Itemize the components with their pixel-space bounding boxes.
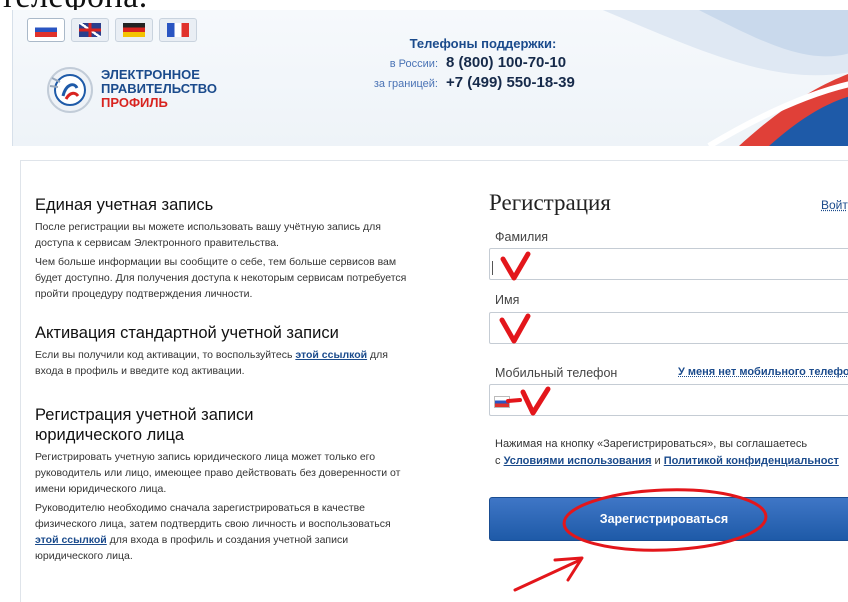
annotation-layer — [499, 251, 768, 592]
annotation-checkmark-icon — [520, 386, 551, 416]
annotation-checkmark-icon — [500, 251, 531, 281]
annotation-dash-icon — [506, 398, 522, 403]
annotation-circle-icon — [562, 488, 768, 552]
annotation-checkmark-icon — [499, 313, 531, 344]
